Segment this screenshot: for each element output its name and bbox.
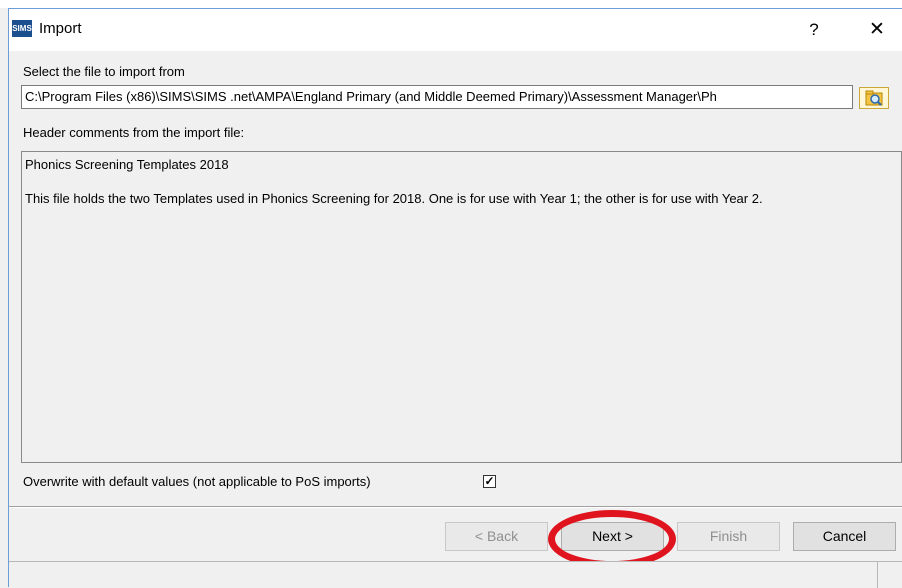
folder-search-icon: [865, 90, 883, 106]
background-strip: [0, 0, 902, 8]
dialog-title: Import: [39, 20, 82, 37]
header-comments-label: Header comments from the import file:: [23, 125, 245, 140]
header-comments-box: Phonics Screening Templates 2018 This fi…: [21, 151, 902, 463]
file-path-input[interactable]: C:\Program Files (x86)\SIMS\SIMS .net\AM…: [21, 85, 853, 109]
status-bar: [9, 561, 902, 588]
back-button[interactable]: < Back: [445, 522, 548, 551]
file-select-label: Select the file to import from: [23, 64, 185, 79]
import-dialog: SIMS Import ? ✕ Select the file to impor…: [8, 8, 902, 588]
status-bar-divider: [877, 562, 878, 588]
close-button[interactable]: ✕: [857, 17, 897, 43]
comments-line-title: Phonics Screening Templates 2018: [25, 157, 229, 172]
button-separator-highlight: [9, 507, 902, 508]
sims-app-icon: SIMS: [12, 20, 32, 37]
title-bar: SIMS Import ? ✕: [9, 9, 902, 51]
cancel-button[interactable]: Cancel: [793, 522, 896, 551]
finish-button[interactable]: Finish: [677, 522, 780, 551]
browse-button[interactable]: [859, 87, 889, 109]
overwrite-checkbox[interactable]: ✓: [483, 475, 496, 488]
comments-line-description: This file holds the two Templates used i…: [25, 191, 763, 206]
overwrite-label: Overwrite with default values (not appli…: [23, 474, 371, 489]
next-button[interactable]: Next >: [561, 522, 664, 551]
help-button[interactable]: ?: [799, 17, 829, 43]
